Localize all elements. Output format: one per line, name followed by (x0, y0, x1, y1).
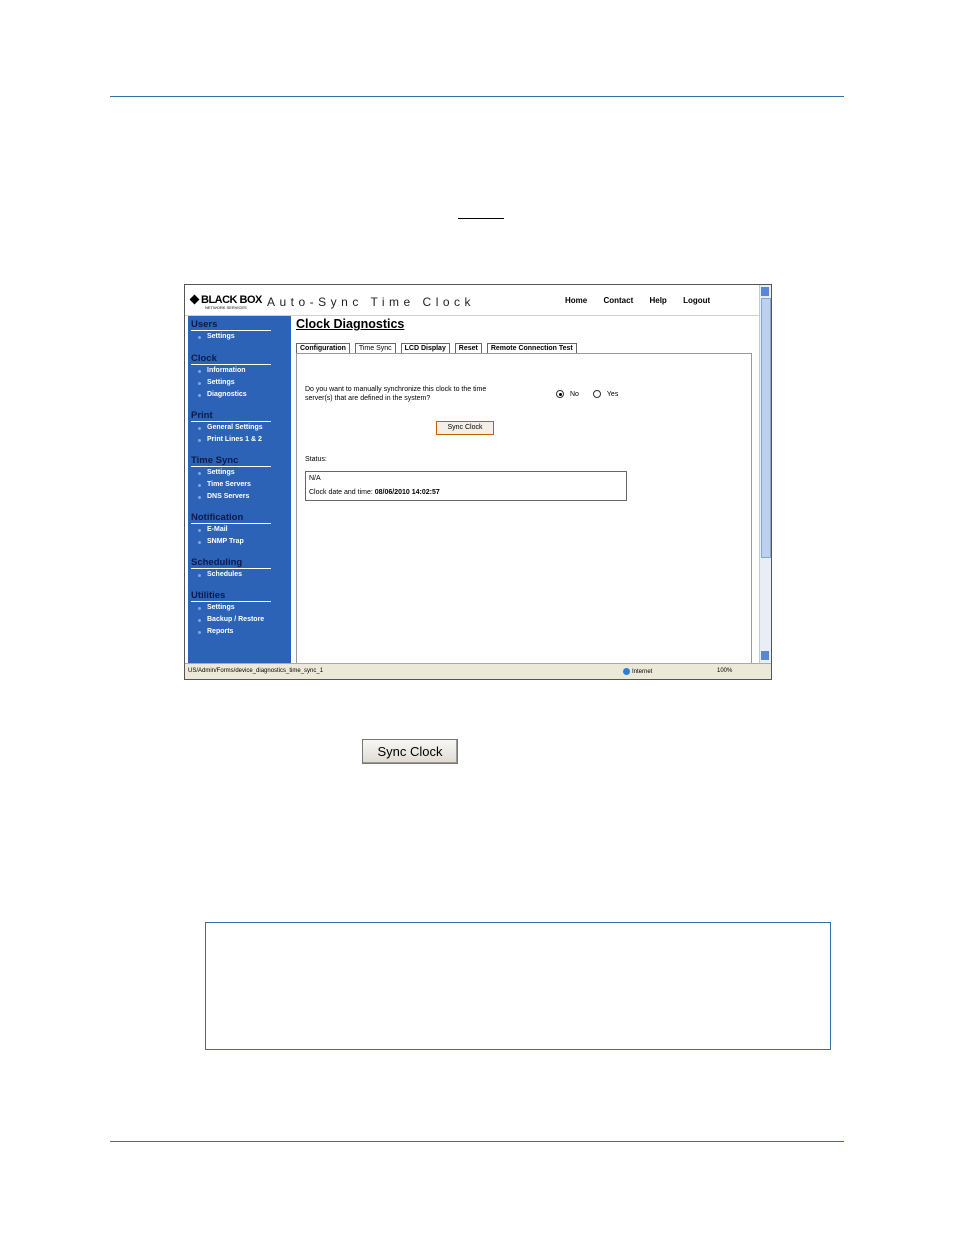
vertical-scrollbar[interactable] (759, 285, 771, 663)
tab-time-sync[interactable]: Time Sync (354, 343, 396, 353)
sync-clock-button-large[interactable]: Sync Clock (362, 739, 458, 764)
note-box (205, 922, 831, 1050)
sidebar-item-time-servers[interactable]: Time Servers (191, 479, 291, 491)
sidebar-item-utilities-settings[interactable]: Settings (191, 602, 291, 614)
bottom-rule (110, 1141, 844, 1142)
sidebar-item-dns-servers[interactable]: DNS Servers (191, 491, 291, 503)
scroll-thumb[interactable] (761, 298, 771, 558)
sidebar-item-schedules[interactable]: Schedules (191, 569, 291, 581)
sidebar-item-print-general[interactable]: General Settings (191, 422, 291, 434)
sidebar-section-utilities: Utilities Settings Backup / Restore Repo… (191, 590, 291, 638)
sync-clock-button[interactable]: Sync Clock (436, 421, 494, 435)
sidebar-item-timesync-settings[interactable]: Settings (191, 467, 291, 479)
sidebar-section-clock: Clock Information Settings Diagnostics (191, 353, 291, 401)
top-nav: Home Contact Help Logout (565, 296, 724, 305)
sync-question: Do you want to manually synchronize this… (305, 386, 487, 402)
top-rule (110, 96, 844, 97)
status-value: N/A (309, 475, 321, 482)
tab-bar: Configuration Time Sync LCD Display Rese… (296, 343, 580, 353)
security-zone: Internet (623, 668, 652, 675)
sidebar-item-email[interactable]: E-Mail (191, 524, 291, 536)
sidebar-item-clock-settings[interactable]: Settings (191, 377, 291, 389)
nav-help[interactable]: Help (649, 296, 666, 305)
status-url: US/Admin/Forms/device_diagnostics_time_s… (188, 668, 324, 674)
sidebar-section-print: Print General Settings Print Lines 1 & 2 (191, 410, 291, 446)
app-title: Auto-Sync Time Clock (267, 295, 476, 309)
status-label: Status: (305, 456, 327, 463)
scroll-down-icon[interactable] (761, 651, 769, 660)
sidebar-item-clock-information[interactable]: Information (191, 365, 291, 377)
sync-radio-group: No Yes (556, 390, 630, 398)
radio-unselected-icon (592, 390, 601, 398)
main-content: Clock Diagnostics Configuration Time Syn… (292, 316, 757, 667)
tab-remote-connection-test[interactable]: Remote Connection Test (486, 343, 577, 353)
tab-configuration[interactable]: Configuration (296, 343, 350, 353)
underline-mark (458, 218, 504, 219)
page-title: Clock Diagnostics (296, 317, 405, 331)
app-header: BLACK BOX NETWORK SERVICES Auto-Sync Tim… (185, 285, 759, 316)
browser-status-bar: US/Admin/Forms/device_diagnostics_time_s… (185, 663, 771, 679)
nav-home[interactable]: Home (565, 296, 587, 305)
radio-no[interactable]: No (556, 390, 585, 398)
zoom-level[interactable]: 100% (717, 668, 732, 674)
sidebar-item-reports[interactable]: Reports (191, 626, 291, 638)
nav-logout[interactable]: Logout (683, 296, 710, 305)
black-box-logo: BLACK BOX NETWORK SERVICES (189, 294, 262, 310)
sidebar-section-notification: Notification E-Mail SNMP Trap (191, 512, 291, 548)
sidebar: Users Settings Clock Information Setting… (188, 316, 291, 663)
tab-panel: Do you want to manually synchronize this… (296, 353, 752, 667)
sidebar-item-backup-restore[interactable]: Backup / Restore (191, 614, 291, 626)
sidebar-item-clock-diagnostics[interactable]: Diagnostics (191, 389, 291, 401)
radio-yes[interactable]: Yes (592, 390, 624, 398)
diamond-icon (189, 294, 200, 305)
nav-contact[interactable]: Contact (603, 296, 633, 305)
status-box: N/A Clock date and time: 08/06/2010 14:0… (305, 471, 627, 501)
tab-lcd-display[interactable]: LCD Display (400, 343, 450, 353)
globe-icon (623, 668, 630, 675)
sidebar-section-scheduling: Scheduling Schedules (191, 557, 291, 581)
scroll-up-icon[interactable] (761, 287, 769, 296)
tab-reset[interactable]: Reset (454, 343, 482, 353)
sidebar-section-users: Users Settings (191, 319, 291, 343)
sidebar-item-print-lines[interactable]: Print Lines 1 & 2 (191, 434, 291, 446)
sidebar-item-snmp-trap[interactable]: SNMP Trap (191, 536, 291, 548)
browser-screenshot: BLACK BOX NETWORK SERVICES Auto-Sync Tim… (184, 284, 772, 680)
radio-selected-icon (556, 390, 564, 398)
sidebar-item-users-settings[interactable]: Settings (191, 331, 291, 343)
clock-datetime: Clock date and time: 08/06/2010 14:02:57 (309, 489, 440, 496)
sidebar-section-time-sync: Time Sync Settings Time Servers DNS Serv… (191, 455, 291, 503)
